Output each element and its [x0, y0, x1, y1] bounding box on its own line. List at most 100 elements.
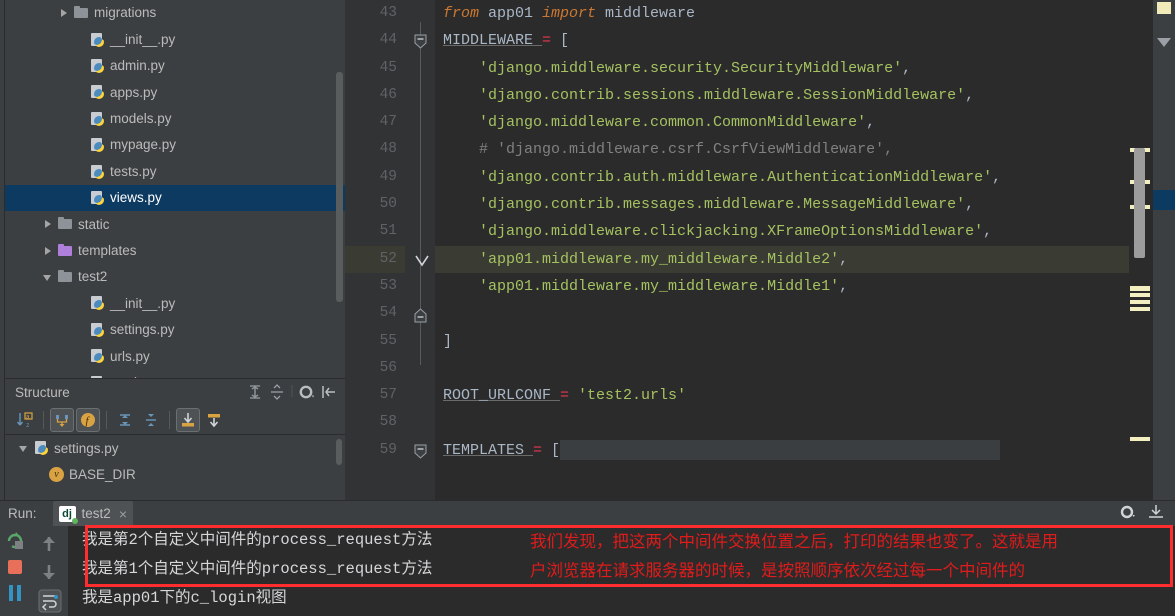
- folder-icon: [57, 216, 74, 232]
- code-line[interactable]: [435, 409, 1129, 436]
- left-column: migrations __init__.py admin.py apps.py mode…: [5, 0, 345, 500]
- project-tree-item[interactable]: settings.py: [5, 317, 345, 343]
- project-tree-item[interactable]: templates: [5, 238, 345, 264]
- scroll-to-source-icon[interactable]: [202, 408, 226, 432]
- toolbar-divider: [289, 383, 295, 401]
- code-line[interactable]: 'django.middleware.common.CommonMiddlewa…: [435, 109, 1129, 136]
- code-line[interactable]: 'app01.middleware.my_middleware.Middle1'…: [435, 273, 1129, 300]
- variable-icon: v: [49, 466, 64, 482]
- hide-panel-icon[interactable]: [1147, 503, 1165, 524]
- project-tree-item[interactable]: wsgi.py: [5, 369, 345, 378]
- code-token: middleware: [605, 5, 696, 22]
- code-editor[interactable]: 43 44 45 46 47 48 49 50 51 52 53 54 55 56 57 58 59: [345, 0, 1175, 500]
- expand-all-icon[interactable]: [113, 408, 137, 432]
- project-tree-scrollbar[interactable]: [336, 72, 343, 302]
- code-token: ,: [983, 223, 993, 241]
- project-tree-item[interactable]: migrations: [5, 0, 345, 26]
- code-line[interactable]: TEMPLATES = [: [435, 437, 1129, 464]
- top-region: migrations __init__.py admin.py apps.py mode…: [0, 0, 1175, 500]
- expand-all-icon[interactable]: [245, 383, 265, 401]
- code-line[interactable]: from app01 import middleware: [435, 0, 1129, 27]
- gear-icon[interactable]: [1119, 503, 1137, 524]
- chevron-right-icon[interactable]: [41, 217, 55, 231]
- svg-text:a: a: [26, 413, 30, 420]
- structure-tree[interactable]: settings.py v BASE_DIR: [5, 435, 345, 487]
- run-label: Run:: [8, 506, 37, 521]
- project-tree-item-label: static: [78, 216, 110, 232]
- scroll-from-source-icon[interactable]: [176, 407, 200, 432]
- code-line[interactable]: 'django.contrib.messages.middleware.Mess…: [435, 191, 1129, 218]
- project-tree-item[interactable]: __init__.py: [5, 26, 345, 52]
- show-fields-icon[interactable]: f: [76, 407, 100, 432]
- show-inherited-members-icon[interactable]: [50, 407, 74, 432]
- structure-tree-item[interactable]: v BASE_DIR: [5, 461, 345, 487]
- project-tree-item[interactable]: views.py: [5, 184, 345, 212]
- project-tree-item[interactable]: test2: [5, 264, 345, 290]
- code-line[interactable]: # 'django.middleware.csrf.CsrfViewMiddle…: [435, 136, 1129, 163]
- editor-scrollbar-markers[interactable]: [1129, 0, 1153, 500]
- rerun-icon[interactable]: [3, 529, 27, 553]
- code-line[interactable]: 'app01.middleware.my_middleware.Middle2'…: [435, 245, 1129, 273]
- code-line[interactable]: 'django.contrib.sessions.middleware.Sess…: [435, 82, 1129, 109]
- chevron-right-icon[interactable]: [41, 244, 55, 258]
- up-arrow-icon[interactable]: [37, 532, 61, 556]
- close-icon[interactable]: ×: [119, 506, 127, 522]
- code-line[interactable]: 'django.middleware.security.SecurityMidd…: [435, 55, 1129, 82]
- fold-check-icon[interactable]: [413, 253, 429, 268]
- line-number: 46: [379, 86, 397, 103]
- chevron-down-icon[interactable]: [41, 270, 55, 284]
- line-number: 53: [379, 277, 397, 294]
- code-line[interactable]: ROOT_URLCONF = 'test2.urls': [435, 382, 1129, 409]
- more-options-icon[interactable]: ⋮: [1171, 2, 1175, 15]
- code-line[interactable]: MIDDLEWARE = [: [435, 27, 1129, 54]
- editor-vertical-scrollbar[interactable]: [1134, 148, 1145, 258]
- sort-alphabetically-icon[interactable]: a z: [13, 408, 37, 432]
- project-tree-item[interactable]: models.py: [5, 106, 345, 132]
- code-line[interactable]: 'django.middleware.clickjacking.XFrameOp…: [435, 218, 1129, 245]
- code-line[interactable]: [435, 355, 1129, 382]
- code-token: =: [542, 32, 561, 50]
- chevron-right-icon[interactable]: [57, 6, 71, 20]
- project-tree-item[interactable]: urls.py: [5, 343, 345, 369]
- code-token: 'test2.urls': [578, 387, 687, 405]
- fold-end-icon[interactable]: [413, 308, 428, 323]
- run-tab-test2[interactable]: dj test2 ×: [52, 500, 133, 527]
- structure-tree-item[interactable]: settings.py: [5, 435, 345, 461]
- annotation-line: 我们发现，把这两个中间件交换位置之后，打印的结果也变了。这就是用: [530, 532, 1058, 551]
- chevron-down-icon[interactable]: [17, 441, 31, 455]
- inspection-status-icon[interactable]: [1157, 2, 1171, 14]
- pause-icon[interactable]: [3, 581, 27, 605]
- project-tree-item[interactable]: apps.py: [5, 79, 345, 105]
- code-line[interactable]: 'django.contrib.auth.middleware.Authenti…: [435, 164, 1129, 191]
- code-token: ,: [902, 59, 912, 77]
- fold-collapse-icon[interactable]: [413, 34, 428, 49]
- project-tree-item[interactable]: static: [5, 211, 345, 237]
- collapse-all-icon[interactable]: [267, 383, 287, 401]
- gear-icon[interactable]: [297, 383, 317, 401]
- stop-icon[interactable]: [3, 555, 27, 579]
- code-line[interactable]: [435, 300, 1129, 327]
- editor-fold-column[interactable]: [405, 0, 435, 500]
- collapse-all-icon[interactable]: [139, 408, 163, 432]
- soft-wrap-icon[interactable]: [37, 588, 62, 613]
- project-tree-item[interactable]: __init__.py: [5, 290, 345, 316]
- down-arrow-icon[interactable]: [37, 560, 61, 584]
- selection-highlight: [560, 439, 1001, 460]
- project-tree-item[interactable]: tests.py: [5, 158, 345, 184]
- fold-collapse-icon-2[interactable]: [413, 444, 428, 459]
- chevron-down-icon[interactable]: [1157, 38, 1171, 47]
- structure-title: Structure: [15, 384, 70, 400]
- code-line[interactable]: ]: [435, 328, 1129, 355]
- editor-right-rail[interactable]: ⋮: [1153, 0, 1175, 500]
- hide-panel-icon[interactable]: [319, 383, 339, 401]
- project-tree-item-label: views.py: [110, 190, 162, 206]
- project-tree[interactable]: migrations __init__.py admin.py apps.py mode…: [5, 0, 345, 378]
- editor-code-area[interactable]: from app01 import middleware MIDDLEWARE =…: [435, 0, 1129, 500]
- line-number: 51: [379, 223, 397, 240]
- code-token: =: [533, 441, 552, 459]
- project-tree-item[interactable]: admin.py: [5, 53, 345, 79]
- structure-scrollbar[interactable]: [336, 439, 342, 465]
- project-tree-item-label: admin.py: [110, 58, 165, 74]
- project-tree-item[interactable]: mypage.py: [5, 132, 345, 158]
